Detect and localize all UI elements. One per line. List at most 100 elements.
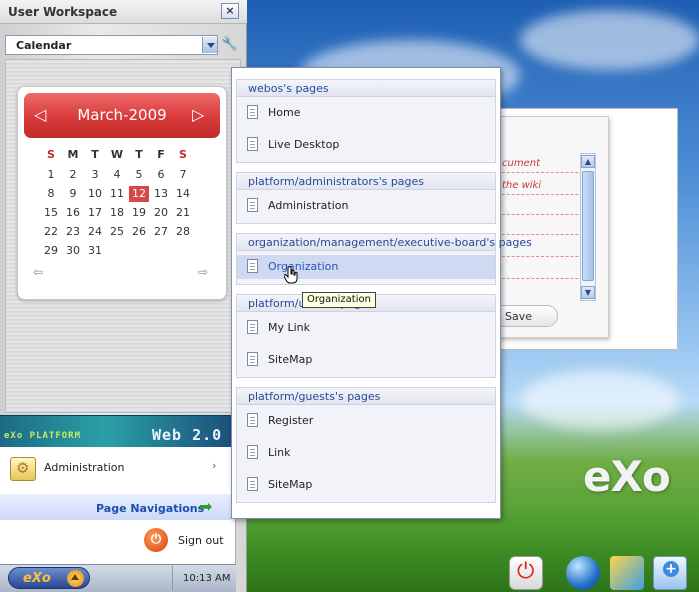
wiki-line [497,278,593,279]
start-button-label: eXo [23,571,51,586]
wiki-text[interactable]: the wiki [502,180,541,191]
nav-item[interactable]: Administration [237,194,495,218]
calendar-day[interactable]: 29 [41,243,61,259]
calendar-day[interactable]: 3 [85,167,105,183]
widget-selector-value: Calendar [16,39,72,52]
calendar-day[interactable]: 10 [85,186,105,202]
calendar-day[interactable]: 30 [63,243,83,259]
calendar-day-today[interactable]: 12 [129,186,149,202]
close-icon[interactable]: × [221,3,239,19]
calendar-day[interactable]: 25 [107,224,127,240]
calendar-day[interactable]: 20 [151,205,171,221]
nav-group-header: webos's pages [237,80,495,97]
calendar-day[interactable]: 11 [107,186,127,202]
calendar-day[interactable]: 4 [107,167,127,183]
widget-selector[interactable]: Calendar [5,35,218,55]
nav-item-label: Organization [268,260,339,273]
page-icon [247,137,258,151]
nav-item-label: Register [268,414,314,427]
page-icon [247,105,258,119]
next-arrow-icon[interactable]: ⇨ [198,265,208,279]
power-icon[interactable] [509,556,543,590]
next-month-icon[interactable]: ▷ [192,105,204,124]
calendar-day[interactable]: 2 [63,167,83,183]
weekday-label: F [157,148,165,161]
calendar-day[interactable]: 21 [173,205,193,221]
weekday-label: T [91,148,99,161]
calendar-day[interactable]: 18 [107,205,127,221]
calendar-day[interactable]: 7 [173,167,193,183]
calendar-day[interactable]: 1 [41,167,61,183]
page-icon [247,320,258,334]
calendar-day[interactable]: 9 [63,186,83,202]
wiki-scrollbar[interactable]: ▲ ▼ [580,153,596,301]
weekday-label: M [67,148,79,161]
nav-item-label: Live Desktop [268,138,340,151]
page-navigations-label: Page Navigations [96,502,205,515]
nav-group-title: platform/guests's pages [248,390,381,403]
nav-item[interactable]: Home [237,101,495,125]
calendar-day[interactable]: 26 [129,224,149,240]
banner-web-label: Web 2.0 [152,426,223,444]
chevron-right-icon: › [212,459,217,472]
nav-item[interactable]: Register [237,409,495,433]
calendar-day[interactable]: 27 [151,224,171,240]
workspace-title: User Workspace [8,5,118,19]
menu-item-administration[interactable]: Administration › [0,450,231,486]
page-icon [247,352,258,366]
prev-arrow-icon[interactable]: ⇦ [33,265,43,279]
calendar-header: ◁ March-2009 ▷ [24,93,220,138]
nav-group-header: platform/guests's pages [237,388,495,405]
scroll-thumb[interactable] [582,171,594,281]
calendar-day[interactable]: 16 [63,205,83,221]
workspace-header: User Workspace × [0,0,247,24]
menu-item-page-navigations[interactable]: Page Navigations ➡ [0,494,231,520]
page-icon [247,259,258,273]
globe-icon[interactable] [566,556,600,590]
start-button[interactable]: eXo [8,567,90,589]
nav-item[interactable]: SiteMap [237,348,495,372]
calendar-day[interactable]: 8 [41,186,61,202]
page-icon [247,413,258,427]
calendar-day[interactable]: 13 [151,186,171,202]
applications-icon[interactable] [610,556,644,590]
calendar-day[interactable]: 22 [41,224,61,240]
nav-item-label: Administration [268,199,349,212]
nav-group-title: platform/administrators's pages [248,175,425,188]
wiki-line [497,214,593,215]
weekday-label: T [135,148,143,161]
add-widget-icon[interactable] [653,556,687,590]
sign-out-button[interactable]: ⏻ Sign out [0,524,236,560]
calendar-day[interactable]: 19 [129,205,149,221]
exo-desktop-logo: eXo [583,452,671,501]
nav-group-header: platform/administrators's pages [237,173,495,190]
weekday-label: S [179,148,187,161]
calendar-day[interactable]: 5 [129,167,149,183]
arrow-up-icon [67,570,84,587]
nav-item[interactable]: My Link [237,316,495,340]
calendar-day[interactable]: 14 [173,186,193,202]
calendar-day[interactable]: 17 [85,205,105,221]
calendar-day[interactable]: 28 [173,224,193,240]
nav-item-label: SiteMap [268,353,313,366]
nav-item-label: SiteMap [268,478,313,491]
gear-icon [10,457,36,481]
nav-item[interactable]: Organization [237,255,495,279]
wrench-icon[interactable]: 🔧 [221,35,239,55]
nav-item-label: My Link [268,321,311,334]
nav-item[interactable]: Live Desktop [237,133,495,157]
calendar-day[interactable]: 23 [63,224,83,240]
wiki-line [497,234,593,235]
arrow-right-icon: ➡ [199,497,213,516]
scroll-down-icon[interactable]: ▼ [581,286,595,299]
scroll-up-icon[interactable]: ▲ [581,155,595,168]
chevron-down-icon[interactable] [202,37,217,53]
nav-item[interactable]: SiteMap [237,473,495,497]
calendar-day[interactable]: 31 [85,243,105,259]
calendar-day[interactable]: 24 [85,224,105,240]
calendar-day[interactable]: 6 [151,167,171,183]
cloud [520,370,680,430]
calendar-day[interactable]: 15 [41,205,61,221]
weekday-label: S [47,148,55,161]
nav-item[interactable]: Link [237,441,495,465]
